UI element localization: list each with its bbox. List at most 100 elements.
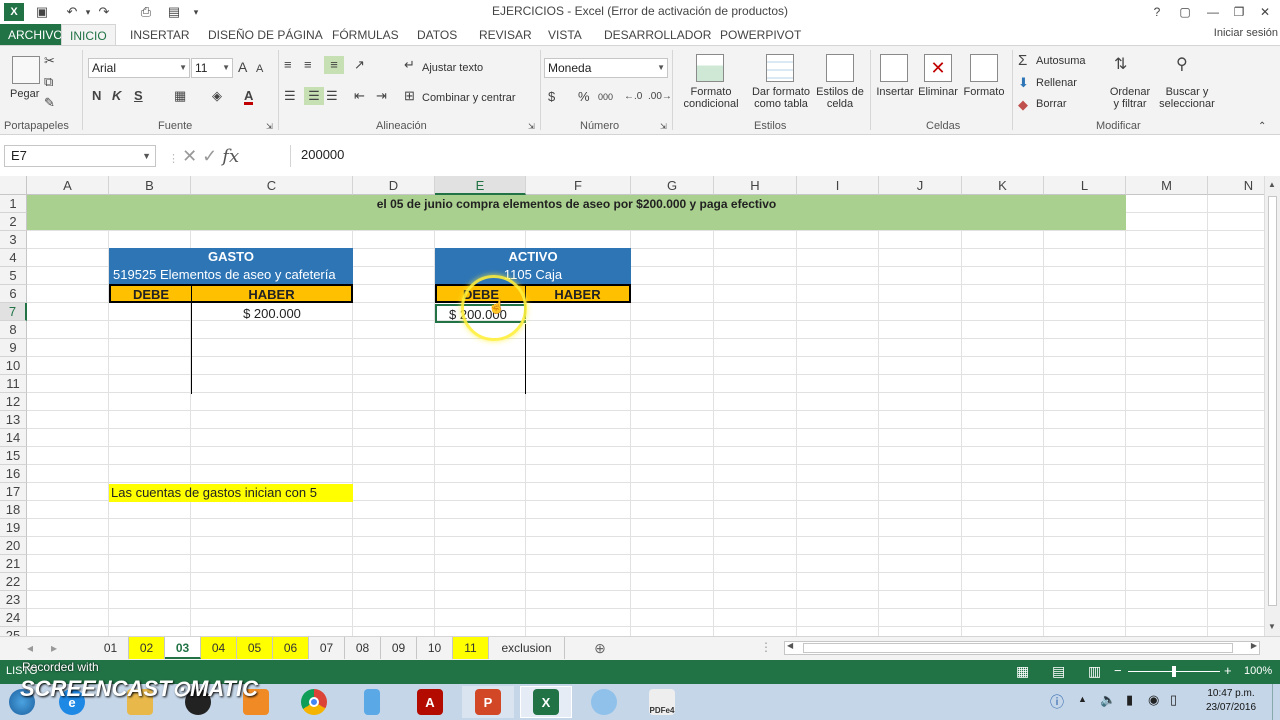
column-header-c[interactable]: C bbox=[191, 176, 353, 195]
row-header-23[interactable]: 23 bbox=[0, 591, 27, 609]
align-middle-icon[interactable]: ≡ bbox=[304, 56, 312, 74]
align-right-icon[interactable]: ☰ bbox=[326, 87, 338, 105]
merge-center-icon[interactable]: ⊞ bbox=[404, 87, 415, 105]
scroll-left-icon[interactable]: ◀ bbox=[787, 641, 793, 650]
dialog-launcher-icon[interactable]: ⇲ bbox=[528, 118, 535, 136]
column-header-g[interactable]: G bbox=[631, 176, 714, 195]
new-sheet-icon[interactable]: ⊕ bbox=[590, 637, 610, 659]
tab-desarrollador[interactable]: DESARROLLADOR bbox=[596, 24, 719, 46]
column-header-f[interactable]: F bbox=[526, 176, 631, 195]
zoom-slider-thumb[interactable] bbox=[1172, 666, 1176, 677]
sheet-tab-05[interactable]: 05 bbox=[237, 637, 273, 659]
tab-powerpivot[interactable]: POWERPIVOT bbox=[712, 24, 809, 46]
insert-cells-button[interactable]: Insertar bbox=[872, 86, 918, 98]
column-header-a[interactable]: A bbox=[27, 176, 109, 195]
zoom-level[interactable]: 100% bbox=[1244, 665, 1272, 677]
scroll-down-icon[interactable]: ▼ bbox=[1268, 622, 1276, 631]
fill-button[interactable]: Rellenar bbox=[1036, 77, 1077, 89]
prev-sheet-icon[interactable]: ◂ bbox=[20, 637, 40, 659]
align-bottom-icon[interactable]: ≡ bbox=[324, 56, 344, 74]
column-header-i[interactable]: I bbox=[797, 176, 879, 195]
column-header-e[interactable]: E bbox=[435, 176, 526, 195]
column-header-m[interactable]: M bbox=[1126, 176, 1208, 195]
activo-header[interactable]: ACTIVO bbox=[435, 248, 631, 266]
row-header-14[interactable]: 14 bbox=[0, 429, 27, 447]
tab-splitter-icon[interactable]: ⋮ bbox=[760, 640, 772, 654]
row-header-11[interactable]: 11 bbox=[0, 375, 27, 393]
insert-function-button[interactable]: fx bbox=[222, 146, 239, 167]
row-header-10[interactable]: 10 bbox=[0, 357, 27, 375]
row-header-25[interactable]: 25 bbox=[0, 627, 27, 636]
ribbon-display-button[interactable]: ▢ bbox=[1174, 2, 1196, 22]
note-cell[interactable]: Las cuentas de gastos inician con 5 bbox=[109, 484, 353, 502]
tab-vista[interactable]: VISTA bbox=[540, 24, 590, 46]
percent-button[interactable]: % bbox=[578, 88, 590, 106]
gasto-haber-value[interactable]: $ 200.000 bbox=[191, 305, 353, 323]
borders-icon[interactable]: ▦ bbox=[174, 87, 186, 105]
tab-insertar[interactable]: INSERTAR bbox=[122, 24, 198, 46]
fill-icon[interactable]: ⬇ bbox=[1018, 74, 1029, 92]
volume-icon[interactable]: 🔈 bbox=[1100, 692, 1116, 708]
gasto-haber[interactable]: HABER bbox=[191, 284, 353, 303]
column-header-k[interactable]: K bbox=[962, 176, 1044, 195]
delete-cells-icon[interactable]: ✕ bbox=[924, 54, 952, 82]
sheet-tab-09[interactable]: 09 bbox=[381, 637, 417, 659]
number-format-select[interactable]: Moneda ▼ bbox=[544, 58, 668, 78]
dialog-launcher-icon[interactable]: ⇲ bbox=[660, 118, 667, 136]
tab-formulas[interactable]: FÓRMULAS bbox=[324, 24, 407, 46]
formula-input[interactable]: 200000 bbox=[290, 145, 1278, 167]
row-header-15[interactable]: 15 bbox=[0, 447, 27, 465]
vertical-scrollbar[interactable]: ▲ ▼ bbox=[1264, 176, 1280, 636]
conditional-format-icon[interactable] bbox=[696, 54, 724, 82]
sheet-tab-04[interactable]: 04 bbox=[201, 637, 237, 659]
column-header-l[interactable]: L bbox=[1044, 176, 1126, 195]
row-header-5[interactable]: 5 bbox=[0, 267, 27, 285]
increase-indent-icon[interactable]: ⇥ bbox=[376, 87, 387, 105]
insert-cells-icon[interactable] bbox=[880, 54, 908, 82]
cell-styles-button[interactable]: Estilos de celda bbox=[810, 86, 870, 110]
taskbar-acrobat[interactable]: A bbox=[404, 686, 456, 718]
clear-icon[interactable]: ◆ bbox=[1018, 96, 1028, 114]
name-box[interactable]: E7 ▼ bbox=[4, 145, 156, 167]
maximize-button[interactable]: ❐ bbox=[1228, 2, 1250, 22]
gasto-debe[interactable]: DEBE bbox=[109, 284, 192, 303]
sort-filter-icon[interactable]: ⇅ bbox=[1114, 56, 1127, 74]
underline-button[interactable]: S bbox=[134, 87, 143, 105]
tab-inicio[interactable]: INICIO bbox=[61, 24, 116, 46]
clear-button[interactable]: Borrar bbox=[1036, 98, 1067, 110]
row-header-2[interactable]: 2 bbox=[0, 213, 27, 231]
row-header-24[interactable]: 24 bbox=[0, 609, 27, 627]
bold-button[interactable]: N bbox=[92, 87, 101, 105]
info-tray-icon[interactable]: ⓘ bbox=[1050, 692, 1064, 712]
grow-font-icon[interactable]: A bbox=[238, 58, 247, 76]
taskbar-device[interactable] bbox=[346, 686, 398, 718]
row-header-4[interactable]: 4 bbox=[0, 249, 27, 267]
increase-decimal-icon[interactable]: ←.0 bbox=[624, 88, 642, 106]
battery-icon[interactable]: ▯ bbox=[1170, 692, 1177, 708]
sheet-tab-07[interactable]: 07 bbox=[309, 637, 345, 659]
minimize-button[interactable]: — bbox=[1202, 2, 1224, 22]
activo-account[interactable]: 1105 Caja bbox=[435, 266, 631, 284]
horizontal-scrollbar[interactable]: ◀ ▶ bbox=[784, 641, 1260, 655]
row-header-17[interactable]: 17 bbox=[0, 483, 27, 501]
dialog-launcher-icon[interactable]: ⇲ bbox=[266, 118, 273, 136]
currency-button[interactable]: $ bbox=[548, 88, 555, 106]
shrink-font-icon[interactable]: A bbox=[256, 60, 263, 78]
find-select-button[interactable]: Buscar y seleccionar bbox=[1152, 86, 1222, 110]
taskbar-powerpoint[interactable]: P bbox=[462, 686, 514, 718]
cancel-entry-icon[interactable]: ✕ bbox=[182, 146, 197, 166]
worksheet-grid[interactable]: ABCDEFGHIJKLMN 1 2 3 4 5 6 7 8 9 10 11 12 13 14 15 16 17… bbox=[0, 176, 1264, 636]
row-header-1[interactable]: 1 bbox=[0, 195, 27, 213]
column-header-j[interactable]: J bbox=[879, 176, 962, 195]
show-desktop-button[interactable] bbox=[1272, 684, 1280, 720]
tab-datos[interactable]: DATOS bbox=[409, 24, 465, 46]
tab-diseno-pagina[interactable]: DISEÑO DE PÁGINA bbox=[200, 24, 331, 46]
row-header-20[interactable]: 20 bbox=[0, 537, 27, 555]
sort-filter-button[interactable]: Ordenar y filtrar bbox=[1100, 86, 1160, 110]
clock[interactable]: 10:47 p.m. 23/07/2016 bbox=[1196, 687, 1266, 715]
tab-revisar[interactable]: REVISAR bbox=[471, 24, 540, 46]
paste-label[interactable]: Pegar bbox=[10, 88, 39, 100]
merge-center-button[interactable]: Combinar y centrar bbox=[422, 92, 516, 104]
font-color-icon[interactable]: A bbox=[244, 87, 254, 105]
delete-cells-button[interactable]: Eliminar bbox=[914, 86, 962, 98]
